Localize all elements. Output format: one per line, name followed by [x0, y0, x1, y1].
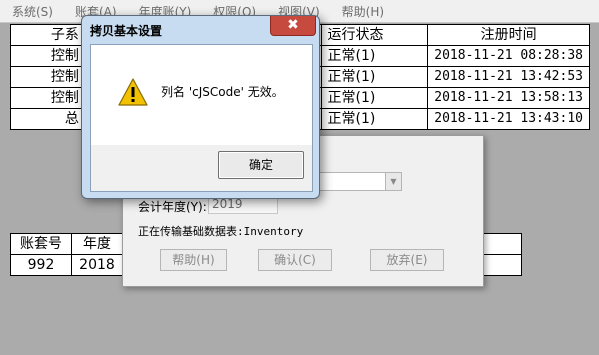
cell-account-set-no: 992 [10, 254, 72, 276]
chevron-down-icon[interactable]: ▼ [385, 173, 401, 190]
header-status: 运行状态 [320, 24, 429, 46]
menu-help[interactable]: 帮助(H) [330, 3, 394, 20]
error-dialog: 拷贝基本设置 ✖ 列名 'cJSCode' 无效。 确定 [81, 15, 320, 199]
fiscal-year-label: 会计年度(Y): [138, 200, 207, 214]
dialog-title: 拷贝基本设置 [90, 24, 163, 38]
message-area: 列名 'cJSCode' 无效。 [91, 45, 312, 145]
error-message: 列名 'cJSCode' 无效。 [161, 85, 284, 99]
cell-status: 正常(1) [320, 66, 429, 88]
cell-register-time: 2018-11-21 08:28:38 [427, 45, 590, 67]
ok-button[interactable]: 确定 [218, 151, 304, 179]
cell-year: 2018 [71, 254, 123, 276]
cell-status: 正常(1) [320, 45, 429, 67]
header-account-set-no: 账套号 [10, 233, 72, 255]
cell-subsystem: 控制 [10, 45, 86, 67]
menu-system[interactable]: 系统(S) [0, 3, 63, 20]
cell-subsystem: 控制 [10, 66, 86, 88]
cell-subsystem: 控制 [10, 87, 86, 109]
cell-register-time: 2018-11-21 13:42:53 [427, 66, 590, 88]
header-subsystem: 子系 [10, 24, 86, 46]
help-button[interactable]: 帮助(H) [160, 249, 227, 271]
abandon-button[interactable]: 放弃(E) [370, 249, 444, 271]
dialog-body: 列名 'cJSCode' 无效。 确定 [90, 44, 313, 192]
cell-status: 正常(1) [320, 108, 429, 130]
confirm-button[interactable]: 确认(C) [258, 249, 332, 271]
header-register-time: 注册时间 [427, 24, 590, 46]
warning-icon [118, 78, 148, 106]
cell-status: 正常(1) [320, 87, 429, 109]
cell-register-time: 2018-11-21 13:58:13 [427, 87, 590, 109]
header-year: 年度 [71, 233, 123, 255]
cell-register-time: 2018-11-21 13:43:10 [427, 108, 590, 130]
close-icon[interactable]: ✖ [270, 16, 316, 36]
cell-subsystem: 总 [10, 108, 86, 130]
transfer-status-text: 正在传输基础数据表:Inventory [138, 225, 304, 238]
